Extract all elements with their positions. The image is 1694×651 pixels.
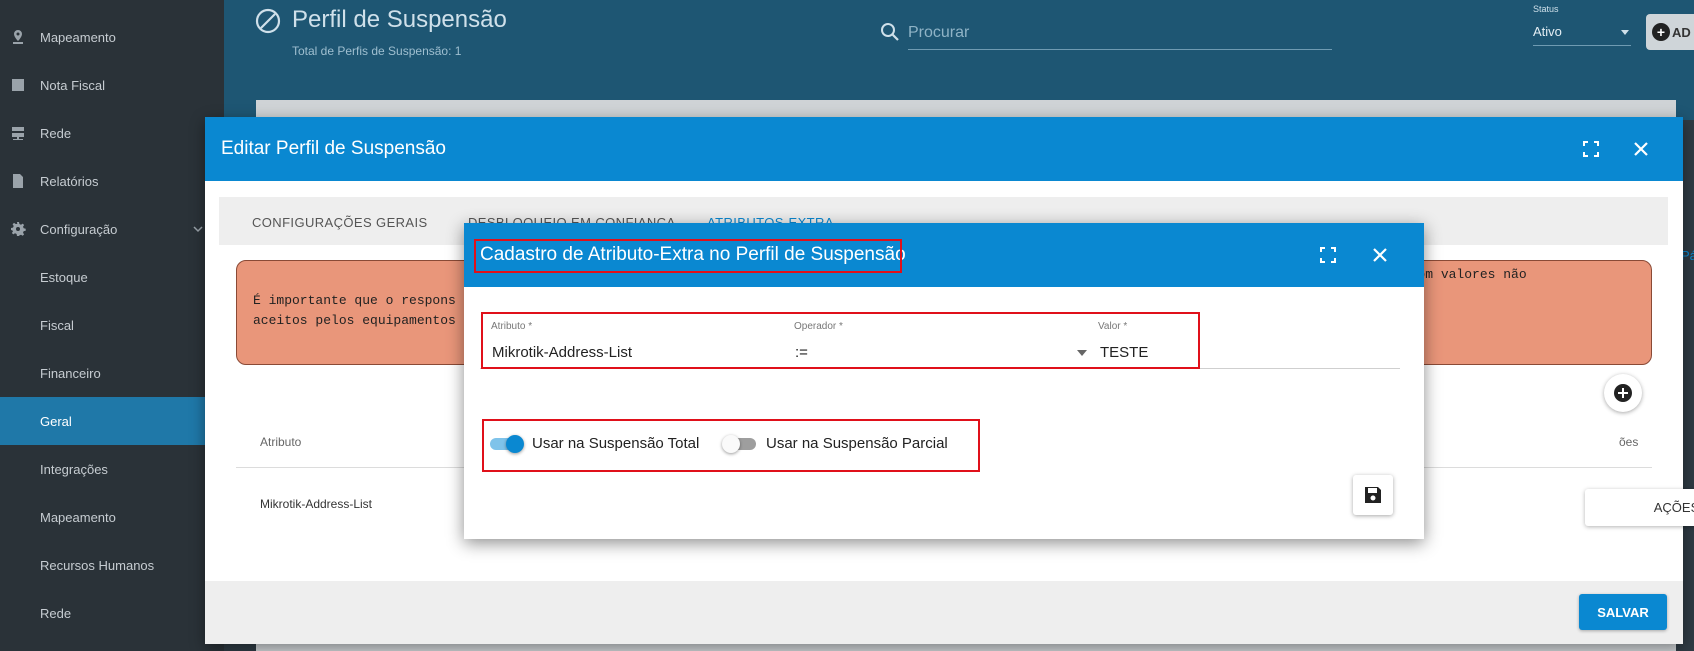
sidebar-subitem-fiscal[interactable]: Fiscal: [0, 301, 224, 349]
title-highlight-box: [474, 239, 902, 273]
sidebar-item-mapeamento[interactable]: Mapeamento: [0, 13, 224, 61]
close-icon: [1634, 142, 1648, 156]
caret-down-icon: [1621, 30, 1629, 35]
sidebar-item-rede[interactable]: Rede: [0, 109, 224, 157]
sidebar-item-label: Integrações: [40, 461, 108, 477]
sidebar-item-label: Recursos Humanos: [40, 557, 155, 573]
toggles-highlight-box: [482, 419, 980, 472]
block-icon: [255, 8, 281, 34]
sidebar-subitem-integracoes[interactable]: Integrações: [0, 445, 224, 493]
plus-icon: +: [1652, 23, 1670, 41]
sidebar-subitem-recursos-humanos[interactable]: Recursos Humanos: [0, 541, 224, 589]
modal-header: Editar Perfil de Suspensão: [205, 117, 1683, 181]
sidebar-subitem-mapeamento[interactable]: Mapeamento: [0, 493, 224, 541]
network-icon: [12, 127, 24, 140]
tab-configuracoes-gerais[interactable]: CONFIGURAÇÕES GERAIS: [252, 215, 428, 230]
sidebar-item-label: Mapeamento: [40, 29, 116, 45]
inner-close-button[interactable]: [1368, 243, 1392, 267]
sidebar-item-label: Financeiro: [40, 365, 101, 381]
status-select[interactable]: Ativo: [1533, 20, 1631, 46]
plus-circle-icon: [1614, 384, 1632, 402]
sidebar-item-label: Nota Fiscal: [40, 77, 106, 93]
add-button[interactable]: + AD: [1646, 14, 1694, 50]
fields-highlight-box: [481, 312, 1200, 369]
save-attribute-button[interactable]: [1353, 475, 1393, 515]
save-button[interactable]: SALVAR: [1579, 594, 1667, 630]
inner-fullscreen-button[interactable]: [1316, 243, 1340, 267]
table-cell-atributo: Mikrotik-Address-List: [260, 497, 373, 511]
sidebar-item-label: Mapeamento: [40, 509, 116, 525]
sidebar-item-label: Estoque: [40, 269, 88, 285]
sidebar-item-configuracao[interactable]: Configuração: [0, 205, 224, 253]
map-pin-icon: [13, 30, 23, 44]
floppy-disk-icon: [1365, 487, 1381, 503]
chevron-down-icon: [193, 226, 203, 233]
sidebar-item-label: Geral: [40, 413, 72, 429]
fullscreen-button[interactable]: [1579, 137, 1603, 161]
sidebar-subitem-geral[interactable]: Geral: [0, 397, 224, 445]
sidebar-item-label: Rede: [40, 125, 72, 141]
sidebar-item-label: Relatórios: [40, 173, 99, 189]
gear-icon: [11, 222, 26, 236]
sidebar-subitem-rede[interactable]: Rede: [0, 589, 224, 637]
search-input[interactable]: [908, 16, 1332, 50]
modal-footer: SALVAR: [205, 581, 1683, 644]
status-label: Status: [1533, 4, 1559, 14]
row-actions-button[interactable]: AÇÕES: [1585, 489, 1694, 526]
modal-title: Editar Perfil de Suspensão: [221, 138, 446, 159]
row-actions-label: AÇÕES: [1653, 500, 1694, 515]
add-attribute-button[interactable]: [1604, 374, 1642, 412]
document-icon: [13, 174, 23, 188]
page-subtitle: Total de Perfis de Suspensão: 1: [292, 44, 462, 58]
page-title: Perfil de Suspensão: [292, 6, 507, 33]
fullscreen-icon: [1320, 247, 1336, 263]
status-value: Ativo: [1533, 24, 1562, 39]
add-button-label: AD: [1672, 24, 1691, 40]
sidebar: Mapeamento Nota Fiscal Rede Relatórios C…: [0, 0, 224, 651]
search-icon: [881, 23, 899, 41]
close-icon: [1373, 248, 1387, 262]
sidebar-item-label: Fiscal: [40, 317, 74, 333]
sidebar-item-label: Configuração: [40, 221, 118, 237]
sidebar-item-relatorios[interactable]: Relatórios: [0, 157, 224, 205]
fullscreen-icon: [1583, 141, 1599, 157]
sidebar-item-label: Rede: [40, 605, 72, 621]
sidebar-item-nota-fiscal[interactable]: Nota Fiscal: [0, 61, 224, 109]
close-button[interactable]: [1629, 137, 1653, 161]
sidebar-subitem-financeiro[interactable]: Financeiro: [0, 349, 224, 397]
extra-attribute-modal: Cadastro de Atributo-Extra no Perfil de …: [464, 223, 1424, 539]
sidebar-subitem-estoque[interactable]: Estoque: [0, 253, 224, 301]
column-header-acoes: ões: [1619, 435, 1639, 449]
receipt-icon: [12, 79, 24, 91]
column-header-atributo: Atributo: [260, 435, 302, 449]
